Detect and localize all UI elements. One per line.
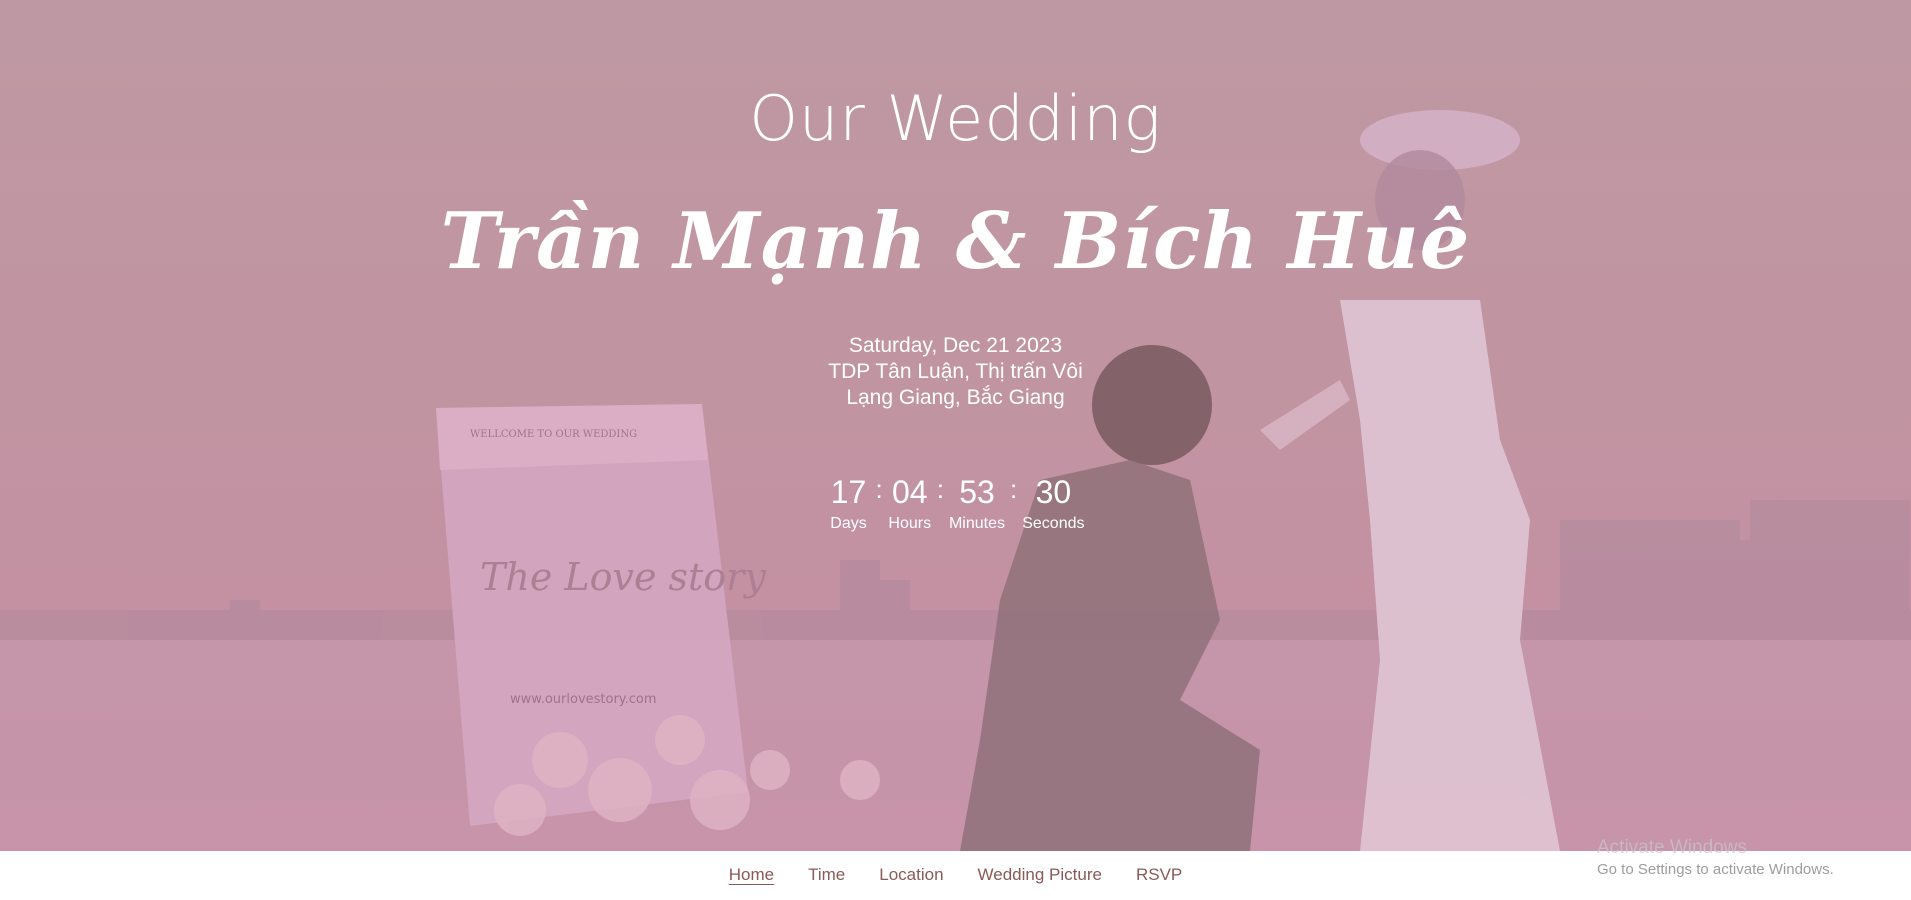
hero-section: WELLCOME TO OUR WEDDING The Love story w… bbox=[0, 0, 1911, 851]
event-date: Saturday, Dec 21 2023 bbox=[848, 334, 1063, 357]
event-address-line2: Lạng Giang, Bắc Giang bbox=[846, 386, 1065, 409]
countdown-timer: 17 Days : 04 Hours : 53 Minutes : 30 Sec… bbox=[0, 472, 1911, 534]
couple-names: Trần Mạnh & Bích Huê bbox=[440, 196, 1471, 287]
watermark-title: Activate Windows bbox=[1597, 837, 1747, 858]
days-value: 17 bbox=[830, 474, 867, 510]
nav-wedding-picture[interactable]: Wedding Picture bbox=[978, 865, 1102, 887]
nav-rsvp[interactable]: RSVP bbox=[1136, 865, 1182, 887]
watermark-subtitle: Go to Settings to activate Windows. bbox=[1597, 861, 1834, 878]
countdown-separator: : bbox=[1010, 474, 1018, 504]
countdown-separator: : bbox=[936, 474, 944, 504]
seconds-label: Seconds bbox=[1022, 515, 1085, 532]
hours-label: Hours bbox=[888, 515, 932, 532]
seconds-value: 30 bbox=[1035, 474, 1072, 510]
countdown-seconds: 30 Seconds bbox=[1022, 472, 1084, 534]
countdown-days: 17 Days bbox=[827, 472, 871, 534]
countdown-separator: : bbox=[875, 474, 883, 504]
countdown-hours: 04 Hours bbox=[888, 472, 932, 534]
minutes-value: 53 bbox=[959, 474, 995, 510]
countdown-minutes: 53 Minutes bbox=[949, 472, 1005, 534]
hero-content: Our Wedding Trần Mạnh & Bích Huê Saturda… bbox=[0, 0, 1911, 851]
hours-value: 04 bbox=[891, 474, 928, 510]
nav-time[interactable]: Time bbox=[808, 865, 845, 887]
days-label: Days bbox=[830, 515, 867, 532]
nav-location[interactable]: Location bbox=[879, 865, 943, 887]
minutes-label: Minutes bbox=[948, 515, 1005, 532]
page-title: Our Wedding bbox=[749, 82, 1162, 155]
nav-home[interactable]: Home bbox=[729, 865, 774, 887]
activate-windows-watermark: Activate Windows Go to Settings to activ… bbox=[1597, 836, 1834, 880]
event-details: Saturday, Dec 21 2023 TDP Tân Luận, Thị … bbox=[0, 333, 1911, 411]
event-address-line1: TDP Tân Luận, Thị trấn Vôi bbox=[828, 360, 1083, 383]
